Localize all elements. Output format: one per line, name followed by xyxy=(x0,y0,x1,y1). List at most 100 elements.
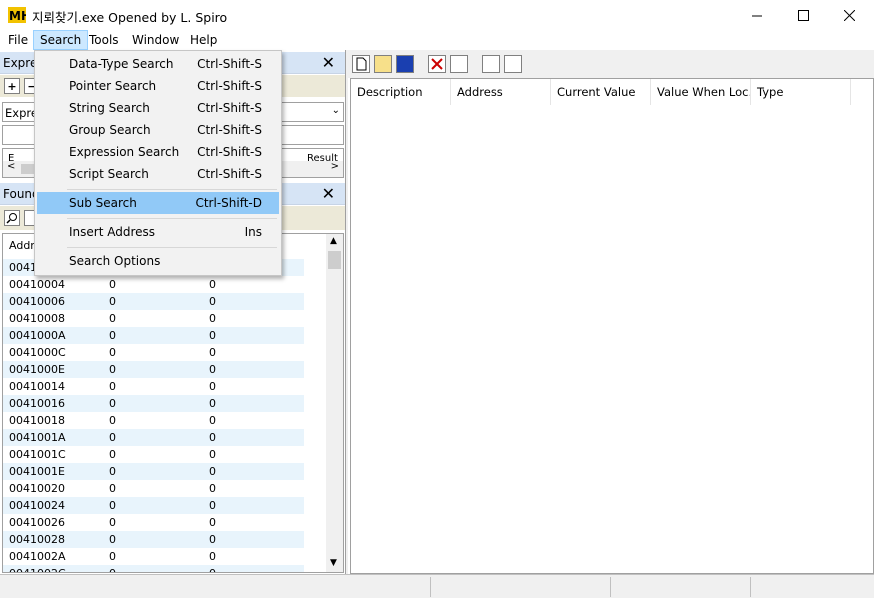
prev-value-cell: 0 xyxy=(209,397,216,410)
close-icon[interactable]: ✕ xyxy=(322,53,335,72)
found-addresses-list[interactable]: Addre 0041 00410004 0 0 00410006 0 0 00410008 0 0… xyxy=(2,233,344,573)
address-cell: 00410014 xyxy=(9,380,65,393)
new-file-icon[interactable] xyxy=(352,55,370,73)
unlock-icon[interactable] xyxy=(504,55,522,73)
prev-value-cell: 0 xyxy=(209,363,216,376)
close-icon[interactable]: ✕ xyxy=(322,184,335,203)
status-segment xyxy=(430,577,610,597)
scroll-right-icon[interactable]: > xyxy=(331,161,339,172)
menu-item-search-options[interactable]: Search Options xyxy=(37,250,279,272)
table-row[interactable]: 0041001E 0 0 xyxy=(3,463,304,480)
window-title: 지뢰찾기.exe Opened by L. Spiro xyxy=(32,10,228,25)
clear-icon[interactable] xyxy=(450,55,468,73)
menu-tools[interactable]: Tools xyxy=(83,30,125,50)
table-row[interactable]: 00410004 0 0 xyxy=(3,276,304,293)
menu-item-group-search[interactable]: Group Search Ctrl-Shift-S xyxy=(37,119,279,141)
value-cell: 0 xyxy=(109,278,116,291)
menu-separator xyxy=(67,218,277,219)
table-row[interactable]: 0041000C 0 0 xyxy=(3,344,304,361)
table-row[interactable]: 00410006 0 0 xyxy=(3,293,304,310)
col-value-when-locked[interactable]: Value When Loc… xyxy=(651,79,751,105)
col-type[interactable]: Type xyxy=(751,79,851,105)
expression-panel-title: Expre xyxy=(3,56,38,70)
table-row[interactable]: 00410016 0 0 xyxy=(3,395,304,412)
table-row[interactable]: 00410024 0 0 xyxy=(3,497,304,514)
value-cell: 0 xyxy=(109,363,116,376)
address-cell: 00410006 xyxy=(9,295,65,308)
title-bar: MH 지뢰찾기.exe Opened by L. Spiro xyxy=(0,0,874,30)
scroll-up-icon[interactable]: ▲ xyxy=(330,236,337,246)
value-cell: 0 xyxy=(109,533,116,546)
table-row[interactable]: 0041001C 0 0 xyxy=(3,446,304,463)
table-row[interactable]: 00410014 0 0 xyxy=(3,378,304,395)
menu-item-insert-address[interactable]: Insert Address Ins xyxy=(37,221,279,243)
address-list[interactable]: Description Address Current Value Value … xyxy=(350,78,874,574)
maximize-button[interactable] xyxy=(780,0,826,30)
scroll-thumb[interactable] xyxy=(328,251,341,269)
table-row[interactable]: 00410018 0 0 xyxy=(3,412,304,429)
menu-item-expression-search[interactable]: Expression Search Ctrl-Shift-S xyxy=(37,141,279,163)
value-cell: 0 xyxy=(109,550,116,563)
menu-item-sub-search[interactable]: Sub Search Ctrl-Shift-D xyxy=(37,192,279,214)
open-folder-icon[interactable] xyxy=(374,55,392,73)
status-segment xyxy=(610,577,750,597)
menu-window[interactable]: Window xyxy=(126,30,185,50)
prev-value-cell: 0 xyxy=(209,516,216,529)
prev-value-cell: 0 xyxy=(209,295,216,308)
table-row[interactable]: 0041000E 0 0 xyxy=(3,361,304,378)
close-window-button[interactable] xyxy=(826,0,872,30)
table-row[interactable]: 0041001A 0 0 xyxy=(3,429,304,446)
scroll-down-icon[interactable]: ▼ xyxy=(330,558,337,568)
value-cell: 0 xyxy=(109,329,116,342)
menu-bar: File Search Tools Window Help xyxy=(0,30,874,50)
address-list-pane: Description Address Current Value Value … xyxy=(348,50,874,574)
col-address[interactable]: Address xyxy=(451,79,551,105)
table-row[interactable]: 0041000A 0 0 xyxy=(3,327,304,344)
table-row[interactable]: 0041002C 0 0 xyxy=(3,565,304,572)
search-menu-dropdown: Data-Type Search Ctrl-Shift-S Pointer Se… xyxy=(34,50,282,276)
value-cell: 0 xyxy=(109,431,116,444)
save-icon[interactable] xyxy=(396,55,414,73)
vertical-scrollbar[interactable]: ▲ ▼ xyxy=(326,234,343,572)
prev-value-cell: 0 xyxy=(209,431,216,444)
table-row[interactable]: 0041002A 0 0 xyxy=(3,548,304,565)
delete-icon[interactable] xyxy=(428,55,446,73)
status-segment xyxy=(750,577,850,597)
value-cell: 0 xyxy=(109,397,116,410)
prev-value-cell: 0 xyxy=(209,312,216,325)
prev-value-cell: 0 xyxy=(209,499,216,512)
menu-item-data-type-search[interactable]: Data-Type Search Ctrl-Shift-S xyxy=(37,53,279,75)
address-cell: 0041002A xyxy=(9,550,66,563)
value-cell: 0 xyxy=(109,414,116,427)
table-row[interactable]: 00410026 0 0 xyxy=(3,514,304,531)
address-cell: 00410020 xyxy=(9,482,65,495)
table-row[interactable]: 00410028 0 0 xyxy=(3,531,304,548)
add-icon[interactable]: + xyxy=(4,78,20,94)
menu-item-script-search[interactable]: Script Search Ctrl-Shift-S xyxy=(37,163,279,185)
menu-item-string-search[interactable]: String Search Ctrl-Shift-S xyxy=(37,97,279,119)
address-cell: 00410008 xyxy=(9,312,65,325)
value-cell: 0 xyxy=(109,516,116,529)
menu-item-pointer-search[interactable]: Pointer Search Ctrl-Shift-S xyxy=(37,75,279,97)
value-cell: 0 xyxy=(109,567,116,572)
value-cell: 0 xyxy=(109,465,116,478)
prev-value-cell: 0 xyxy=(209,380,216,393)
table-row[interactable]: 00410020 0 0 xyxy=(3,480,304,497)
minimize-button[interactable] xyxy=(734,0,780,30)
menu-search[interactable]: Search xyxy=(33,30,89,50)
address-cell: 00410018 xyxy=(9,414,65,427)
address-cell: 00410024 xyxy=(9,499,65,512)
search-icon[interactable] xyxy=(4,210,20,226)
table-row[interactable]: 00410008 0 0 xyxy=(3,310,304,327)
address-cell: 0041001C xyxy=(9,448,66,461)
col-description[interactable]: Description xyxy=(351,79,451,105)
menu-help[interactable]: Help xyxy=(184,30,223,50)
prev-value-cell: 0 xyxy=(209,533,216,546)
scroll-left-icon[interactable]: < xyxy=(7,161,15,172)
lock-icon[interactable] xyxy=(482,55,500,73)
menu-file[interactable]: File xyxy=(2,30,34,50)
prev-value-cell: 0 xyxy=(209,550,216,563)
status-bar xyxy=(0,574,874,598)
value-cell: 0 xyxy=(109,380,116,393)
col-current-value[interactable]: Current Value xyxy=(551,79,651,105)
